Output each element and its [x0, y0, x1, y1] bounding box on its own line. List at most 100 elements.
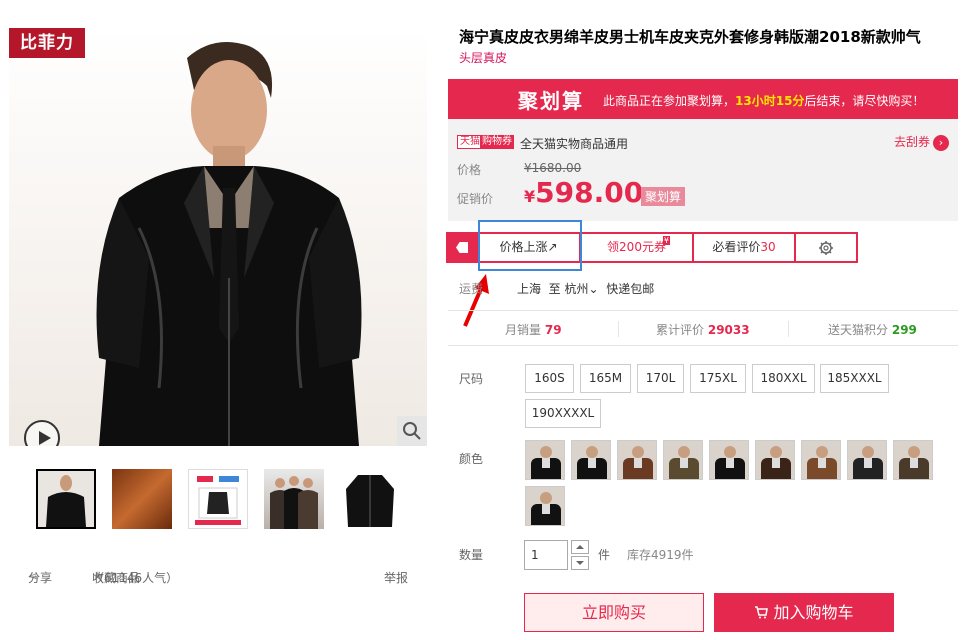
promo-logo: 聚划算: [518, 89, 584, 113]
ship-to: 杭州: [564, 282, 589, 296]
color-swatch[interactable]: [801, 440, 841, 480]
thumbnail-strip: [36, 469, 416, 529]
color-swatch[interactable]: [663, 440, 703, 480]
divider: [618, 321, 619, 337]
shipping-label: 运费: [459, 282, 484, 296]
thumb-group-models: [270, 476, 318, 529]
points-label: 送天猫积分: [828, 323, 889, 337]
product-page: 比菲力 ⋖ 分享 ★ 收藏商品 （61146人气） 举报 海宁真皮皮衣男绵羊皮男…: [0, 0, 967, 640]
coupon-desc: 全天猫实物商品通用: [520, 137, 629, 151]
collapse-icon[interactable]: [446, 232, 478, 263]
price-label: 价格: [457, 163, 482, 177]
share-row: ⋖ 分享 ★ 收藏商品 （61146人气） 举报: [28, 569, 410, 585]
product-title: 海宁真皮皮衣男绵羊皮男士机车皮夹克外套修身韩版潮2018新款帅气: [459, 28, 921, 46]
jacket-model-illustration: [96, 42, 362, 446]
monthly-sales: 月销量 79: [505, 321, 562, 338]
thumbnail-5[interactable]: [340, 469, 400, 529]
scratch-coupon-link[interactable]: 去刮券 ›: [894, 133, 949, 151]
monthly-sales-value: 79: [544, 323, 562, 337]
quantity-unit: 件: [598, 548, 611, 562]
review-stat-label: 累计评价: [656, 323, 705, 337]
ship-to-word: 至: [548, 282, 561, 296]
promo-bar: 聚划算 此商品正在参加聚划算，13小时15分后结束，请尽快购买！: [448, 79, 958, 119]
add-cart-label: 加入购物车: [773, 603, 854, 622]
size-option[interactable]: 160S: [525, 364, 574, 393]
divider: [788, 321, 789, 337]
magnifier-icon: [403, 422, 421, 440]
color-swatch[interactable]: [571, 440, 611, 480]
thumbnail-1[interactable]: [36, 469, 96, 529]
points-stat: 送天猫积分 299: [828, 321, 917, 338]
size-option[interactable]: 165M: [580, 364, 631, 393]
coupon-link-label: 去刮券: [893, 135, 930, 149]
quantity-label: 数量: [459, 548, 484, 562]
ship-to-select[interactable]: 杭州⌄: [565, 282, 599, 296]
highlight-box: [478, 220, 582, 271]
thumb-certificate: [195, 476, 241, 525]
favorite-count: （61146人气）: [92, 571, 179, 585]
promo-price-label: 促销价: [457, 192, 494, 206]
quantity-decrease-button[interactable]: [571, 556, 589, 570]
quantity-input[interactable]: 1: [524, 540, 568, 570]
product-subtitle: 头层真皮: [459, 51, 508, 65]
stock-count: 库存4919件: [627, 548, 694, 562]
thumbnail-3[interactable]: [188, 469, 248, 529]
add-to-cart-button[interactable]: 加入购物车: [714, 593, 894, 632]
promo-text: 此商品正在参加聚划算，13小时15分后结束，请尽快购买！: [603, 92, 924, 109]
review-prefix: 必看评价: [712, 240, 761, 254]
thumb-jacket-front: [38, 471, 94, 527]
share-label: 分享: [28, 571, 53, 585]
price-value: 598.00: [535, 176, 644, 209]
promo-price-tag: 聚划算: [641, 187, 686, 206]
cart-icon: [755, 606, 769, 619]
size-option[interactable]: 180XXL: [752, 364, 815, 393]
shipping-row: 运费 上海 至 杭州⌄ 快递包邮: [459, 280, 959, 296]
coupon-badge: ¥: [662, 236, 670, 245]
color-swatch[interactable]: [525, 486, 565, 526]
settings-button[interactable]: [796, 232, 858, 263]
buy-now-button[interactable]: 立即购买: [524, 593, 704, 632]
color-swatch[interactable]: [755, 440, 795, 480]
coupon-tag-right: 购物券: [480, 135, 514, 149]
currency-symbol: ¥: [524, 187, 536, 206]
quantity-increase-button[interactable]: [571, 540, 589, 554]
promo-text-after: 后结束，请尽快购买！: [804, 94, 925, 108]
tmall-coupon-tag: 天猫 购物券: [457, 135, 514, 149]
color-swatch[interactable]: [847, 440, 887, 480]
sales-stats: 月销量 79 累计评价 29033 送天猫积分 299: [448, 310, 958, 346]
size-option[interactable]: 185XXXL: [820, 364, 889, 393]
main-product-image[interactable]: 比菲力: [9, 28, 427, 446]
thumb-jacket-flat: [346, 475, 394, 527]
report-link[interactable]: 举报: [384, 569, 408, 586]
original-price: ¥1680.00: [524, 161, 582, 175]
gear-icon: [819, 241, 833, 255]
get-coupon-button[interactable]: 领200元券 ¥: [581, 232, 694, 263]
thumbnail-4[interactable]: [264, 469, 324, 529]
size-option[interactable]: 190XXXXL: [525, 399, 601, 428]
zoom-button[interactable]: [397, 416, 427, 446]
review-count: 30: [760, 240, 776, 254]
thumbnail-2[interactable]: [112, 469, 172, 529]
size-option[interactable]: 175XL: [690, 364, 746, 393]
promo-price: ¥598.00: [524, 176, 643, 209]
color-swatch[interactable]: [709, 440, 749, 480]
color-swatch[interactable]: [617, 440, 657, 480]
color-swatch[interactable]: [893, 440, 933, 480]
chevron-down-icon: ⌄: [588, 282, 599, 296]
promo-text-before: 此商品正在参加聚划算，: [603, 94, 736, 108]
shipping-value: 上海 至 杭州⌄ 快递包邮: [517, 280, 654, 297]
ship-from: 上海: [517, 282, 542, 296]
monthly-sales-label: 月销量: [505, 323, 542, 337]
review-stat[interactable]: 累计评价 29033: [656, 321, 750, 338]
points-value: 299: [891, 323, 917, 337]
color-label: 颜色: [459, 452, 484, 466]
brand-badge: 比菲力: [9, 28, 85, 58]
size-option[interactable]: 170L: [637, 364, 684, 393]
chevron-right-icon: ›: [933, 135, 949, 151]
coupon-prefix: 领: [607, 240, 620, 254]
color-swatch[interactable]: [525, 440, 565, 480]
review-stat-value: 29033: [707, 323, 750, 337]
coupon-amount: 200元券: [619, 240, 666, 254]
price-box: 天猫 购物券 全天猫实物商品通用 去刮券 › 价格 ¥1680.00 促销价 ¥59…: [448, 119, 958, 221]
reviews-button[interactable]: 必看评价30: [694, 232, 796, 263]
